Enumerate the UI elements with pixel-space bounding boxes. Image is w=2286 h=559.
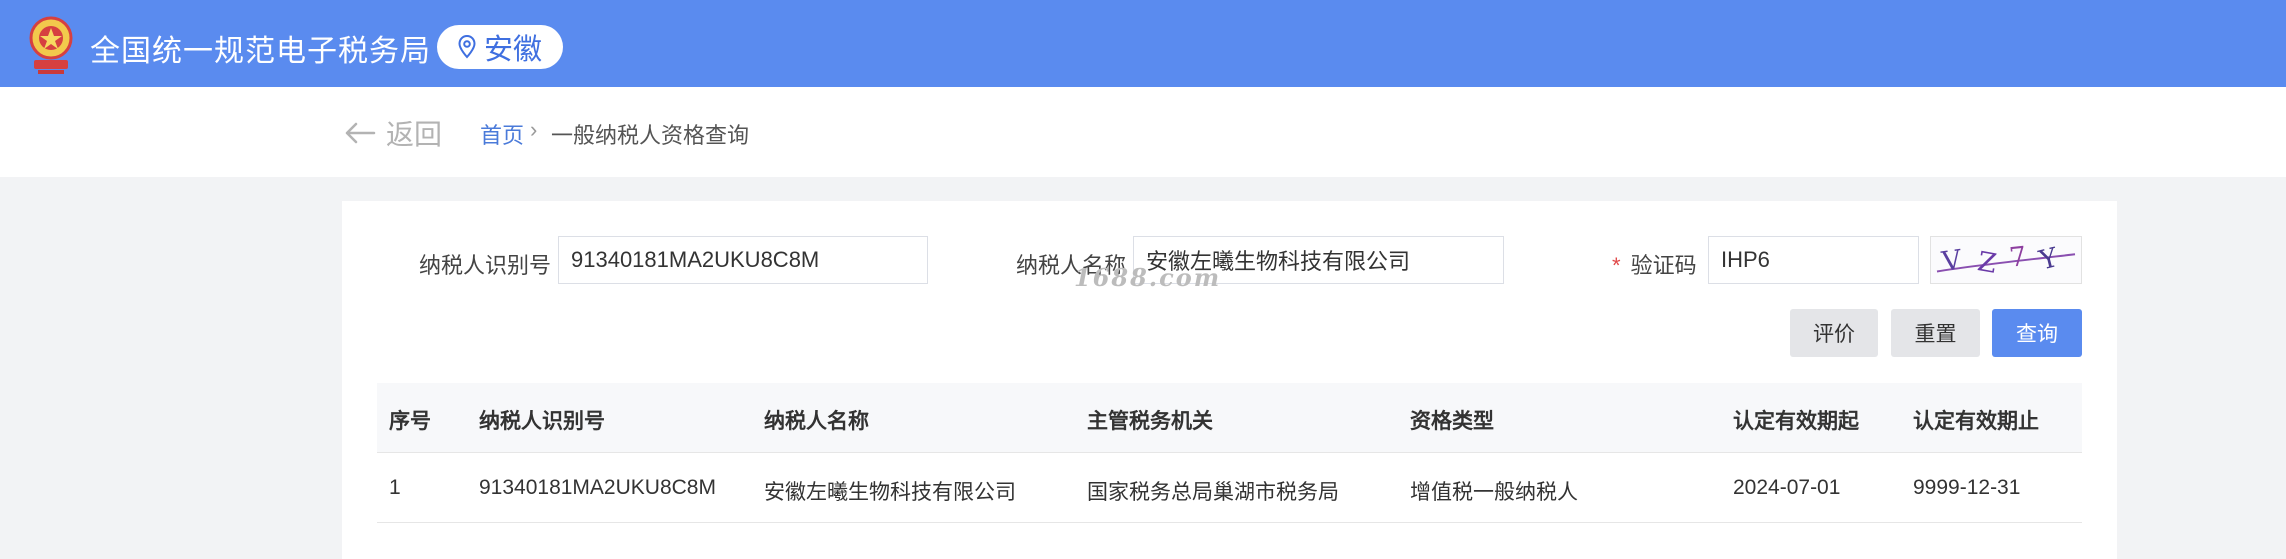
column-header-taxpayer-id: 纳税人识别号 (479, 410, 605, 433)
captcha-char: Y (2035, 242, 2061, 277)
column-header-index: 序号 (389, 410, 431, 433)
cell-tax-authority: 国家税务总局巢湖市税务局 (1087, 481, 1339, 504)
region-selector[interactable]: 安徽 (437, 25, 563, 69)
table-divider (377, 452, 2082, 453)
captcha-label-text: 验证码 (1630, 253, 1697, 278)
breadcrumb-current-page: 一般纳税人资格查询 (551, 123, 750, 148)
back-label: 返回 (386, 119, 443, 150)
query-button[interactable]: 查询 (1992, 309, 2082, 357)
national-tax-emblem-icon (29, 16, 73, 74)
cell-valid-to: 9999-12-31 (1913, 476, 2021, 499)
cell-valid-from: 2024-07-01 (1733, 476, 1841, 499)
watermark: 1688.com (1074, 263, 1222, 292)
cell-taxpayer-name: 安徽左曦生物科技有限公司 (764, 481, 1016, 504)
reset-button[interactable]: 重置 (1891, 309, 1980, 357)
region-label: 安徽 (483, 34, 542, 66)
breadcrumb-separator: › (530, 117, 538, 142)
column-header-valid-to: 认定有效期止 (1913, 410, 2039, 433)
site-title: 全国统一规范电子税务局 (90, 35, 431, 68)
evaluate-button[interactable]: 评价 (1790, 309, 1878, 357)
column-header-tax-authority: 主管税务机关 (1087, 410, 1213, 433)
captcha-char: 7 (2008, 241, 2028, 274)
back-button[interactable]: 返回 (344, 115, 442, 151)
breadcrumb-home-link[interactable]: 首页 (480, 118, 524, 150)
cell-qualification-type: 增值税一般纳税人 (1410, 481, 1578, 504)
column-header-qualification-type: 资格类型 (1410, 410, 1494, 433)
captcha-image[interactable]: V Z 7 Y (1930, 236, 2082, 284)
navigation-bar (0, 87, 2286, 177)
location-pin-icon (458, 35, 476, 59)
required-mark: * (1612, 253, 1621, 278)
captcha-label: * 验证码 (1612, 248, 1697, 280)
cell-index: 1 (389, 476, 401, 499)
column-header-valid-from: 认定有效期起 (1733, 410, 1859, 433)
captcha-input[interactable] (1708, 236, 1919, 284)
arrow-left-icon (345, 122, 376, 144)
taxpayer-id-input[interactable] (558, 236, 928, 284)
taxpayer-id-label: 纳税人识别号 (419, 253, 552, 278)
table-divider (377, 522, 2082, 523)
cell-taxpayer-id: 91340181MA2UKU8C8M (479, 476, 716, 499)
captcha-char: Z (1975, 246, 1999, 280)
captcha-char: V (1939, 244, 1964, 278)
column-header-taxpayer-name: 纳税人名称 (764, 410, 869, 433)
